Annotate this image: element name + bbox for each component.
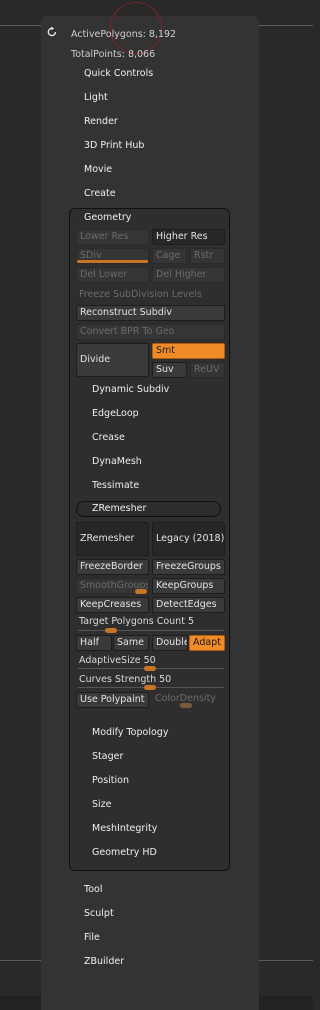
suv-toggle[interactable]: Suv	[152, 362, 187, 378]
adaptive-size-label: AdaptiveSize	[79, 655, 141, 666]
subpanel-size[interactable]: Size	[92, 799, 112, 810]
active-polygons: ActivePolygons: 8,192	[71, 29, 177, 40]
keep-creases-toggle[interactable]: KeepCreases	[76, 597, 149, 613]
subpanel-position[interactable]: Position	[92, 775, 129, 786]
menu-render[interactable]: Render	[84, 116, 118, 127]
use-polypaint-toggle[interactable]: Use Polypaint	[76, 692, 149, 708]
del-higher-button[interactable]: Del Higher	[152, 267, 225, 283]
double-button[interactable]: Double	[152, 635, 188, 651]
menu-3d-print-hub[interactable]: 3D Print Hub	[84, 140, 144, 151]
legacy-2018-button[interactable]: Legacy (2018)	[152, 522, 225, 556]
adapt-toggle[interactable]: Adapt	[189, 635, 225, 651]
cage-button[interactable]: Cage	[152, 248, 187, 264]
same-button[interactable]: Same	[113, 635, 149, 651]
menu-tool[interactable]: Tool	[84, 884, 102, 895]
target-polygons-track	[78, 630, 224, 631]
higher-res-button[interactable]: Higher Res	[152, 229, 225, 245]
subpanel-crease[interactable]: Crease	[92, 432, 125, 443]
target-polygons-knob[interactable]	[105, 628, 117, 633]
curves-strength-knob[interactable]	[144, 685, 156, 690]
lower-res-button[interactable]: Lower Res	[76, 229, 149, 245]
smooth-groups-knob[interactable]	[135, 589, 147, 594]
divide-button[interactable]: Divide	[76, 343, 149, 377]
reconstruct-subdiv-button[interactable]: Reconstruct Subdiv	[76, 305, 225, 321]
subpanel-geometry-hd[interactable]: Geometry HD	[92, 847, 157, 858]
freeze-subdivision-levels-button[interactable]: Freeze SubDivision Levels	[79, 289, 202, 300]
target-polygons-label: Target Polygons Count	[79, 616, 185, 627]
subpanel-edgeloop[interactable]: EdgeLoop	[92, 408, 139, 419]
menu-create[interactable]: Create	[84, 188, 116, 199]
subpanel-modify-topology[interactable]: Modify Topology	[92, 727, 168, 738]
total-points: TotalPoints: 8,066	[71, 49, 156, 60]
adaptive-size-value: 50	[143, 655, 156, 666]
freeze-groups-toggle[interactable]: FreezeGroups	[152, 559, 225, 575]
subpanel-mesh-integrity[interactable]: MeshIntegrity	[92, 823, 157, 834]
geometry-title[interactable]: Geometry	[84, 212, 131, 223]
subpanel-dynamic-subdiv[interactable]: Dynamic Subdiv	[92, 384, 169, 395]
zremesher-button[interactable]: ZRemesher	[76, 522, 149, 556]
keep-groups-toggle[interactable]: KeepGroups	[152, 578, 225, 594]
menu-movie[interactable]: Movie	[84, 164, 112, 175]
curves-strength-value: 50	[159, 674, 172, 685]
subpanel-tessimate[interactable]: Tessimate	[92, 480, 139, 491]
smt-toggle[interactable]: Smt	[152, 343, 225, 359]
refresh-icon[interactable]	[46, 26, 58, 38]
color-density-knob[interactable]	[180, 703, 192, 708]
freeze-border-toggle[interactable]: FreezeBorder	[76, 559, 149, 575]
rstr-button[interactable]: Rstr	[190, 248, 225, 264]
adaptive-size-knob[interactable]	[144, 666, 156, 671]
menu-file[interactable]: File	[84, 932, 100, 943]
curves-strength-slider[interactable]: Curves Strength 50	[79, 674, 171, 685]
subpanel-dynamesh[interactable]: DynaMesh	[92, 456, 142, 467]
del-lower-button[interactable]: Del Lower	[76, 267, 149, 283]
reuv-button[interactable]: ReUV	[190, 362, 225, 378]
target-polygons-value: 5	[187, 616, 194, 627]
cursor-highlight	[110, 2, 162, 54]
curves-strength-label: Curves Strength	[79, 674, 157, 685]
target-polygons-count-slider[interactable]: Target Polygons Count 5	[79, 616, 194, 627]
menu-light[interactable]: Light	[84, 92, 108, 103]
adaptive-size-slider[interactable]: AdaptiveSize 50	[79, 655, 156, 666]
sdiv-slider-fill	[77, 260, 148, 263]
detect-edges-toggle[interactable]: DetectEdges	[152, 597, 225, 613]
half-button[interactable]: Half	[76, 635, 112, 651]
zremesher-subpanel-header[interactable]: ZRemesher	[76, 501, 221, 517]
subpanel-stager[interactable]: Stager	[92, 751, 123, 762]
menu-zbuilder[interactable]: ZBuilder	[84, 956, 124, 967]
convert-bpr-button[interactable]: Convert BPR To Geo	[76, 324, 225, 340]
menu-quick-controls[interactable]: Quick Controls	[84, 68, 153, 79]
menu-sculpt[interactable]: Sculpt	[84, 908, 114, 919]
